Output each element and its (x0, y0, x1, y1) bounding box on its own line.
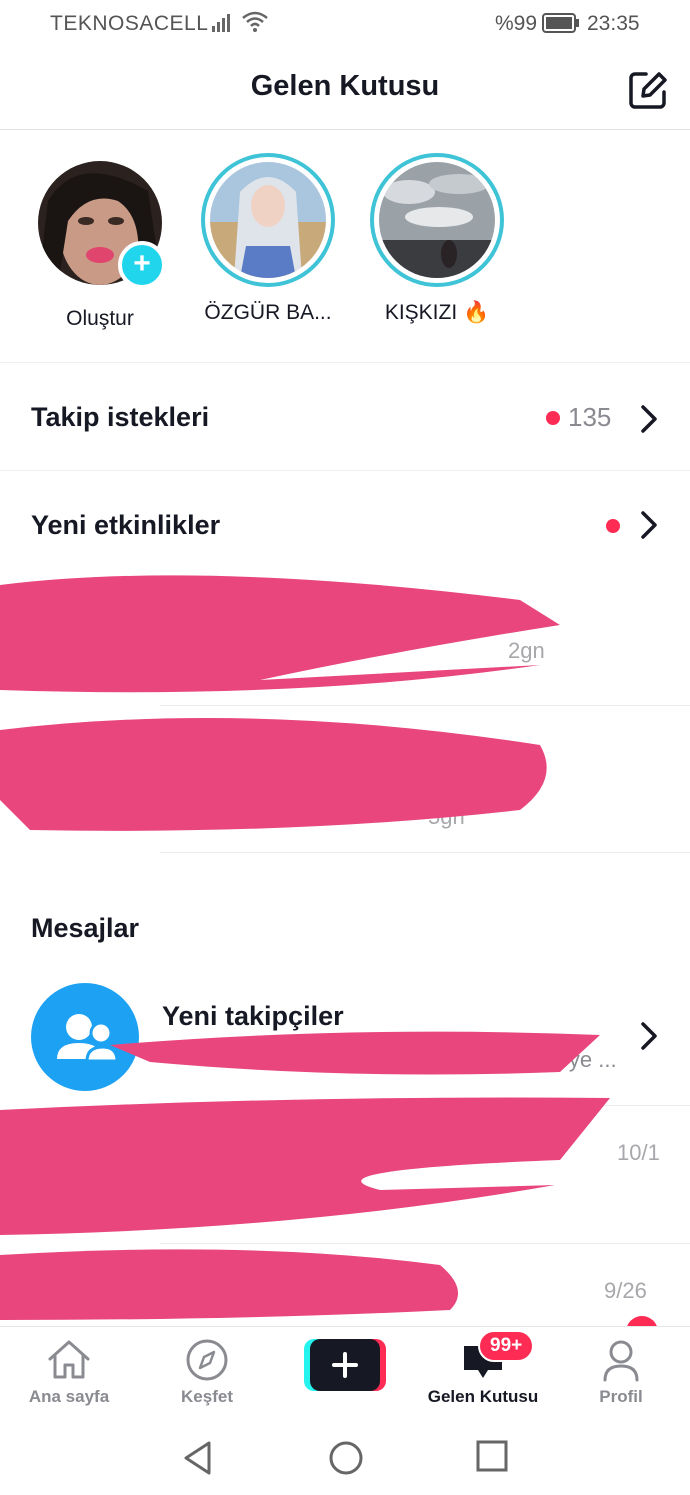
plus-icon (304, 1339, 386, 1391)
conversation-item[interactable]: 9/26 (0, 1244, 690, 1326)
story-label: KIŞKIZI 🔥 (384, 301, 490, 324)
users-icon (57, 1014, 119, 1063)
compass-icon (142, 1337, 272, 1383)
stories-row: + Oluştur ÖZGÜR BA... KIŞKIZI 🔥 (0, 131, 690, 363)
new-followers-row[interactable]: Yeni takipçiler etmeye ... (0, 975, 690, 1105)
wifi-icon (242, 11, 268, 38)
conversation-date: 9/26 (604, 1278, 647, 1303)
follow-requests-count: 135 (568, 402, 612, 432)
nav-discover-label: Keşfet (181, 1387, 233, 1406)
chevron-right-icon (641, 511, 657, 539)
unread-dot (546, 411, 560, 425)
chevron-right-icon (641, 1022, 657, 1050)
new-followers-avatar (31, 983, 139, 1091)
conversation-item[interactable]: 10/1 (0, 1106, 690, 1243)
battery-percent: %99 (495, 12, 538, 35)
avatar[interactable] (370, 153, 504, 287)
follow-requests-title: Takip istekleri (31, 402, 210, 432)
nav-profile-label: Profil (599, 1387, 643, 1406)
follow-requests-row[interactable]: Takip istekleri 135 (0, 364, 690, 471)
story-label: Oluştur (66, 307, 134, 330)
new-activities-title: Yeni etkinlikler (31, 510, 221, 540)
messages-section-title: Mesajlar (31, 913, 140, 943)
new-activities-row[interactable]: Yeni etkinlikler (0, 472, 690, 572)
nav-home[interactable]: Ana sayfa (4, 1337, 134, 1407)
activity-time: 2gn (508, 638, 545, 663)
new-followers-title: Yeni takipçiler (162, 1001, 344, 1031)
edit-icon (629, 72, 667, 109)
story-create[interactable]: + Oluştur (25, 153, 175, 331)
activity-item[interactable]: 2gn (0, 580, 690, 705)
back-icon[interactable] (182, 1440, 214, 1476)
profile-icon (556, 1337, 686, 1383)
avatar-image (210, 162, 326, 278)
story-item[interactable]: ÖZGÜR BA... (193, 153, 343, 325)
conversation-date: 10/1 (617, 1140, 660, 1165)
story-item[interactable]: KIŞKIZI 🔥 (362, 153, 512, 325)
carrier-name: TEKNOSACELL (50, 12, 209, 35)
battery-icon (542, 13, 580, 38)
nav-discover[interactable]: Keşfet (142, 1337, 272, 1407)
bottom-nav: Ana sayfa Keşfet Gelen Kutusu Profil (0, 1326, 690, 1418)
nav-profile[interactable]: Profil (556, 1337, 686, 1407)
avatar[interactable]: + (38, 161, 166, 289)
home-button-icon[interactable] (328, 1440, 364, 1476)
page-title: Gelen Kutusu (250, 70, 440, 102)
avatar-image (379, 162, 495, 278)
story-label: ÖZGÜR BA... (204, 301, 332, 324)
create-video-button[interactable] (304, 1339, 386, 1391)
nav-inbox-label: Gelen Kutusu (427, 1387, 539, 1406)
divider (160, 852, 690, 853)
add-story-icon[interactable]: + (118, 241, 166, 289)
home-icon (4, 1337, 134, 1383)
status-bar: TEKNOSACELL %99 23:35 (0, 0, 690, 50)
clock: 23:35 (587, 12, 640, 35)
nav-home-label: Ana sayfa (28, 1387, 110, 1406)
new-followers-preview: etmeye ... (520, 1047, 617, 1072)
avatar[interactable] (201, 153, 335, 287)
activity-item[interactable]: 5gn (0, 706, 690, 852)
unread-badge (626, 1316, 658, 1326)
chevron-right-icon (641, 405, 657, 433)
app-header: Gelen Kutusu (0, 50, 690, 130)
compose-message-button[interactable] (626, 68, 670, 112)
activity-time: 5gn (428, 804, 465, 829)
system-nav (0, 1418, 690, 1495)
recent-apps-icon[interactable] (476, 1440, 508, 1472)
signal-icon (212, 12, 236, 37)
inbox-count-badge: 99+ (478, 1330, 535, 1362)
unread-dot (606, 519, 620, 533)
